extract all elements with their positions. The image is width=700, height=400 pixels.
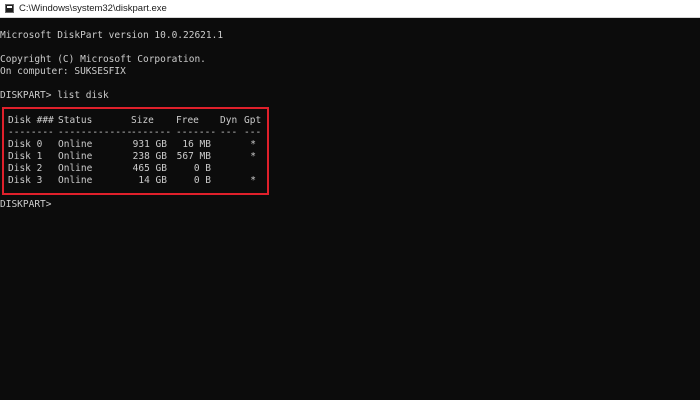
disk-id: Disk 0 (8, 139, 43, 150)
final-prompt: DISKPART> (0, 199, 52, 210)
copyright-line: Copyright (C) Microsoft Corporation. (0, 54, 206, 65)
disk-gpt: * (250, 175, 256, 186)
disk-status: Online (58, 175, 93, 186)
header-free: Free (176, 115, 199, 126)
version-line: Microsoft DiskPart version 10.0.22621.1 (0, 30, 224, 41)
header-gpt: Gpt (244, 115, 262, 126)
header-disk: Disk ### (8, 115, 54, 126)
header-status: Status (58, 115, 93, 126)
disk-status: Online (58, 163, 93, 174)
separator-status: ------------- (58, 127, 133, 138)
disk-size: 465 GB (132, 163, 167, 174)
disk-gpt: * (250, 139, 256, 150)
separator-gpt: --- (244, 127, 262, 138)
disk-id: Disk 2 (8, 163, 43, 174)
separator-size: ------- (131, 127, 172, 138)
disk-status: Online (58, 139, 93, 150)
disk-free: 0 B (193, 163, 211, 174)
disk-status: Online (58, 151, 93, 162)
disk-free: 0 B (193, 175, 211, 186)
header-size: Size (131, 115, 154, 126)
separator-disk: -------- (8, 127, 54, 138)
disk-size: 931 GB (132, 139, 167, 150)
console-window: C:\Windows\system32\diskpart.exe Microso… (0, 0, 700, 400)
disk-free: 16 MB (182, 139, 211, 150)
separator-free: ------- (176, 127, 217, 138)
disk-gpt: * (250, 151, 256, 162)
window-title: C:\Windows\system32\diskpart.exe (19, 3, 167, 14)
disk-id: Disk 1 (8, 151, 43, 162)
command-line: DISKPART> list disk (0, 90, 109, 101)
disk-size: 238 GB (132, 151, 167, 162)
header-dyn: Dyn (220, 115, 238, 126)
console-output[interactable]: Microsoft DiskPart version 10.0.22621.1 … (0, 18, 700, 400)
title-bar[interactable]: C:\Windows\system32\diskpart.exe (0, 0, 700, 18)
console-app-icon (5, 4, 14, 13)
computer-line: On computer: SUKSESFIX (0, 66, 126, 77)
disk-size: 14 GB (138, 175, 167, 186)
separator-dyn: --- (220, 127, 238, 138)
disk-free: 567 MB (176, 151, 211, 162)
disk-id: Disk 3 (8, 175, 43, 186)
